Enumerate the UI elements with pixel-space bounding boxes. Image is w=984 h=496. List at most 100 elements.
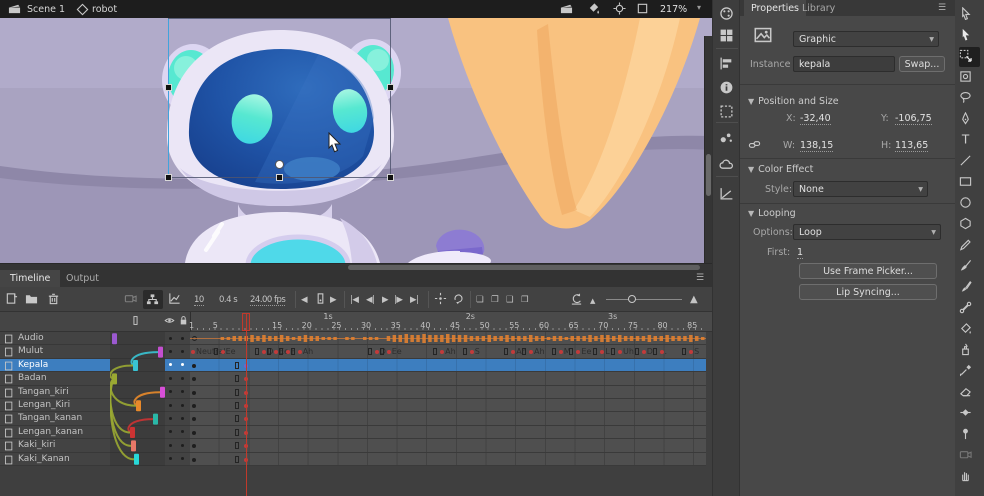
layer-parent-cell[interactable]: [110, 372, 165, 385]
instance-name-field[interactable]: kepala: [793, 56, 895, 72]
layer-name[interactable]: Lengan_kanan: [0, 426, 110, 439]
keyframe[interactable]: [192, 364, 196, 368]
add-camera-icon[interactable]: [124, 292, 137, 305]
ink-bottle-tool[interactable]: [959, 341, 980, 361]
tab-timeline[interactable]: Timeline: [0, 270, 60, 287]
x-value[interactable]: -32,40: [800, 113, 831, 125]
mouth-keyframe[interactable]: [470, 350, 474, 354]
layer-row-Tangan_kanan[interactable]: Tangan_kanan: [0, 412, 712, 425]
graph-editor-icon[interactable]: [168, 292, 181, 305]
step-forward-icon[interactable]: ▶: [330, 295, 336, 305]
layer-parent-cell[interactable]: [110, 345, 165, 358]
layer-name[interactable]: Tangan_kiri: [0, 386, 110, 399]
layer-row-Tangan_kiri[interactable]: Tangan_kiri: [0, 386, 712, 399]
onion-skin-icon[interactable]: ❏: [476, 295, 483, 305]
show-parenting-view-icon[interactable]: [143, 290, 163, 309]
mouth-keyframe[interactable]: [559, 350, 563, 354]
selection-tool[interactable]: [959, 5, 980, 25]
layer-row-Badan[interactable]: Badan: [0, 372, 712, 385]
lip-syncing-button[interactable]: Lip Syncing...: [799, 284, 937, 300]
mouth-keyframe[interactable]: [286, 350, 290, 354]
layer-frames[interactable]: [190, 453, 706, 466]
link-width-height-icon[interactable]: [748, 138, 761, 151]
layer-visibility-lock-dots[interactable]: [165, 439, 190, 452]
style-dropdown[interactable]: None▾: [793, 181, 928, 197]
w-value[interactable]: 138,15: [800, 140, 833, 152]
camera-tool[interactable]: [959, 446, 980, 466]
loop-options-dropdown[interactable]: Loop▾: [793, 224, 941, 240]
delete-layer-icon[interactable]: [47, 292, 60, 305]
color-panel-icon[interactable]: [719, 6, 734, 21]
layer-frames[interactable]: [190, 439, 706, 452]
h-value[interactable]: 113,65: [895, 140, 928, 152]
layer-frames[interactable]: [190, 399, 706, 412]
new-layer-icon[interactable]: [5, 292, 18, 305]
mouth-keyframe[interactable]: [600, 350, 604, 354]
layer-visibility-lock-dots[interactable]: [165, 372, 190, 385]
layer-visibility-lock-dots[interactable]: [165, 345, 190, 358]
layer-frames[interactable]: NeutralEeDEeFAhDEeAhSAhAhMEeLUhD.S: [190, 345, 706, 358]
layer-name[interactable]: Kaki_Kanan: [0, 453, 110, 466]
mouth-keyframe[interactable]: [274, 350, 278, 354]
mouth-keyframe[interactable]: [387, 350, 391, 354]
frame-size-slider-knob[interactable]: [628, 295, 636, 303]
oval-tool[interactable]: [959, 194, 980, 214]
reset-timeline-zoom-icon[interactable]: [570, 292, 583, 305]
symbol-type-dropdown[interactable]: Graphic▾: [793, 31, 939, 47]
layer-name[interactable]: Audio: [0, 332, 110, 345]
scene-breadcrumb[interactable]: Scene 1: [27, 4, 65, 15]
layer-name[interactable]: Kepala: [0, 359, 110, 372]
layer-visibility-lock-dots[interactable]: [165, 453, 190, 466]
subselection-tool[interactable]: [959, 26, 980, 46]
info-panel-icon[interactable]: [719, 80, 734, 95]
layer-frames[interactable]: [190, 412, 706, 425]
layer-parent-cell[interactable]: [110, 426, 165, 439]
layer-visibility-lock-dots[interactable]: [165, 386, 190, 399]
pen-tool[interactable]: [959, 110, 980, 130]
paint-bucket-tool[interactable]: [959, 320, 980, 340]
mouth-keyframe[interactable]: [262, 350, 266, 354]
playhead-marker[interactable]: [242, 313, 250, 331]
brush-library-panel-icon[interactable]: [719, 130, 734, 145]
mouth-keyframe[interactable]: [440, 350, 444, 354]
polystar-tool[interactable]: [959, 215, 980, 235]
first-frame-value[interactable]: 1: [797, 247, 803, 259]
show-hide-column-icon[interactable]: [164, 315, 175, 326]
keyframe[interactable]: [192, 404, 196, 408]
mouth-keyframe[interactable]: [642, 350, 646, 354]
current-frame-value[interactable]: 10: [194, 295, 204, 306]
eraser-tool[interactable]: [959, 383, 980, 403]
step-back-one-icon[interactable]: ◀|: [366, 295, 374, 305]
layer-frames[interactable]: [190, 332, 706, 345]
layer-row-Audio[interactable]: Audio: [0, 332, 712, 345]
layer-frames[interactable]: [190, 426, 706, 439]
new-folder-icon[interactable]: [25, 292, 38, 305]
layer-row-Mulut[interactable]: MulutNeutralEeDEeFAhDEeAhSAhAhMEeLUhD.S: [0, 345, 712, 358]
layer-parent-cell[interactable]: [110, 359, 165, 372]
keyframe[interactable]: [192, 444, 196, 448]
layer-name[interactable]: Tangan_kanan: [0, 412, 110, 425]
selection-handle[interactable]: [276, 174, 283, 181]
taller-frames-icon[interactable]: ▲: [690, 294, 697, 305]
align-panel-icon[interactable]: [719, 56, 734, 71]
mouth-keyframe[interactable]: [529, 350, 533, 354]
edit-multiple-frames-icon[interactable]: ❑: [506, 295, 513, 305]
keyframe[interactable]: [192, 417, 196, 421]
tab-library[interactable]: Library: [802, 3, 835, 14]
layer-row-Lengan_kanan[interactable]: Lengan_kanan: [0, 426, 712, 439]
layer-visibility-lock-dots[interactable]: [165, 412, 190, 425]
mouth-keyframe[interactable]: [618, 350, 622, 354]
edit-symbols-icon[interactable]: [587, 2, 600, 15]
color-effect-section-header[interactable]: ▼Color Effect: [748, 164, 813, 175]
step-back-icon[interactable]: ◀: [301, 295, 307, 305]
lock-column-icon[interactable]: [178, 315, 189, 326]
lasso-tool[interactable]: [959, 89, 980, 109]
mouth-keyframe[interactable]: [660, 350, 664, 354]
asset-warp-tool[interactable]: [959, 425, 980, 445]
play-icon[interactable]: ▶: [382, 295, 388, 305]
fluid-brush-tool[interactable]: [959, 278, 980, 298]
mouth-keyframe[interactable]: [511, 350, 515, 354]
layer-frames[interactable]: [190, 386, 706, 399]
shorter-frames-icon[interactable]: ▲: [590, 297, 595, 305]
use-frame-picker-button[interactable]: Use Frame Picker...: [799, 263, 937, 279]
